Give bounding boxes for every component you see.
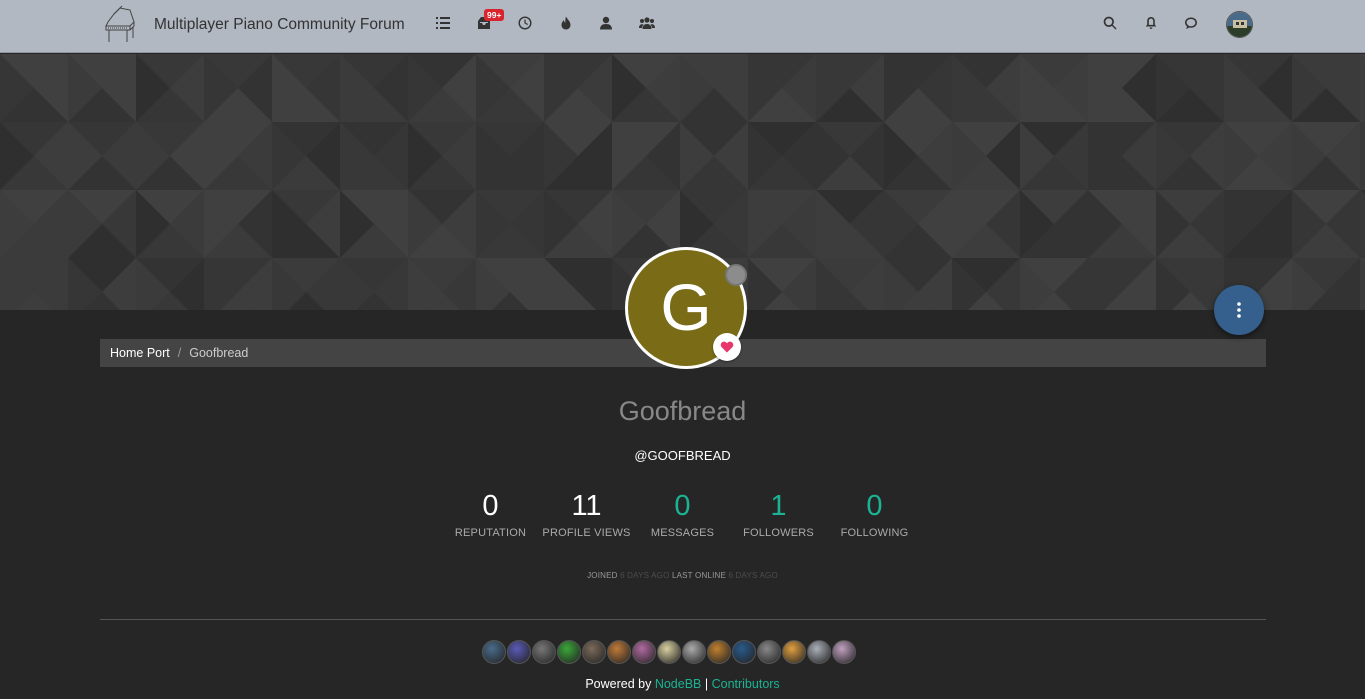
joined-value: 6 DAYS AGO (620, 571, 670, 580)
contributor-avatar[interactable] (607, 640, 631, 664)
stat-profile-views: 11 PROFILE VIEWS (539, 489, 635, 539)
breadcrumb-home-link[interactable]: Home Port (110, 346, 170, 360)
popular-icon[interactable] (557, 14, 575, 32)
contributor-avatar[interactable] (482, 640, 506, 664)
stat-value[interactable]: 0 (635, 489, 731, 523)
profile-dates: JOINED 6 DAYS AGO LAST ONLINE 6 DAYS AGO (0, 571, 1365, 580)
recent-icon[interactable] (516, 14, 534, 32)
contributor-avatar[interactable] (782, 640, 806, 664)
contributor-avatar[interactable] (557, 640, 581, 664)
footer-divider (100, 619, 1266, 620)
piano-logo-icon[interactable] (100, 4, 140, 46)
contributor-avatars (482, 640, 856, 664)
groups-icon[interactable] (638, 14, 656, 32)
contributor-avatar[interactable] (532, 640, 556, 664)
bell-icon[interactable] (1142, 14, 1160, 32)
last-online-label: LAST ONLINE (671, 571, 727, 580)
stat-label: FOLLOWERS (743, 527, 814, 539)
contributor-avatar[interactable] (707, 640, 731, 664)
breadcrumb-current: Goofbread (189, 346, 249, 360)
contributor-avatar[interactable] (807, 640, 831, 664)
last-online-value: 6 DAYS AGO (728, 571, 778, 580)
chat-icon[interactable] (1182, 14, 1200, 32)
stat-following[interactable]: 0 FOLLOWING (827, 489, 923, 539)
stat-value[interactable]: 1 (731, 489, 827, 523)
stat-label: FOLLOWING (840, 527, 909, 539)
stat-label: MESSAGES (650, 527, 715, 539)
breadcrumb-separator: / (177, 346, 182, 360)
joined-label: JOINED (587, 571, 618, 580)
more-vertical-icon (1237, 302, 1241, 318)
users-icon[interactable] (597, 14, 615, 32)
user-avatar[interactable] (1226, 11, 1253, 38)
footer-separator: | (704, 677, 709, 691)
stat-label: REPUTATION (454, 527, 527, 539)
stat-messages[interactable]: 0 MESSAGES (635, 489, 731, 539)
stat-reputation: 0 REPUTATION (443, 489, 539, 539)
stat-value: 11 (571, 490, 602, 522)
powered-by-text: Powered by (585, 677, 652, 691)
categories-icon[interactable] (434, 14, 452, 32)
contributor-avatar[interactable] (682, 640, 706, 664)
contributor-avatar[interactable] (732, 640, 756, 664)
nodebb-link[interactable]: NodeBB (655, 677, 702, 691)
status-indicator (725, 264, 747, 286)
stat-label: PROFILE VIEWS (542, 527, 631, 539)
contributor-avatar[interactable] (582, 640, 606, 664)
profile-stats: 0 REPUTATION 11 PROFILE VIEWS 0 MESSAGES… (0, 489, 1365, 539)
heart-icon[interactable] (713, 333, 741, 361)
profile-fullname: Goofbread (618, 396, 747, 426)
forum-title[interactable]: Multiplayer Piano Community Forum (154, 16, 405, 34)
stat-value: 0 (482, 490, 499, 522)
contributor-avatar[interactable] (832, 640, 856, 664)
contributor-avatar[interactable] (757, 640, 781, 664)
stat-value[interactable]: 0 (827, 489, 923, 523)
contributor-avatar[interactable] (507, 640, 531, 664)
contributors-link[interactable]: Contributors (712, 677, 780, 691)
stat-followers[interactable]: 1 FOLLOWERS (731, 489, 827, 539)
navbar: Multiplayer Piano Community Forum 99+ (0, 0, 1365, 53)
profile-actions-button[interactable] (1214, 285, 1264, 335)
notification-badge: 99+ (484, 9, 505, 21)
footer: Powered by NodeBB | Contributors (0, 677, 1365, 691)
search-icon[interactable] (1101, 14, 1119, 32)
contributor-avatar[interactable] (657, 640, 681, 664)
avatar-letter: G (660, 270, 712, 344)
profile-username: @GOOFBREAD (634, 448, 731, 463)
contributor-avatar[interactable] (632, 640, 656, 664)
